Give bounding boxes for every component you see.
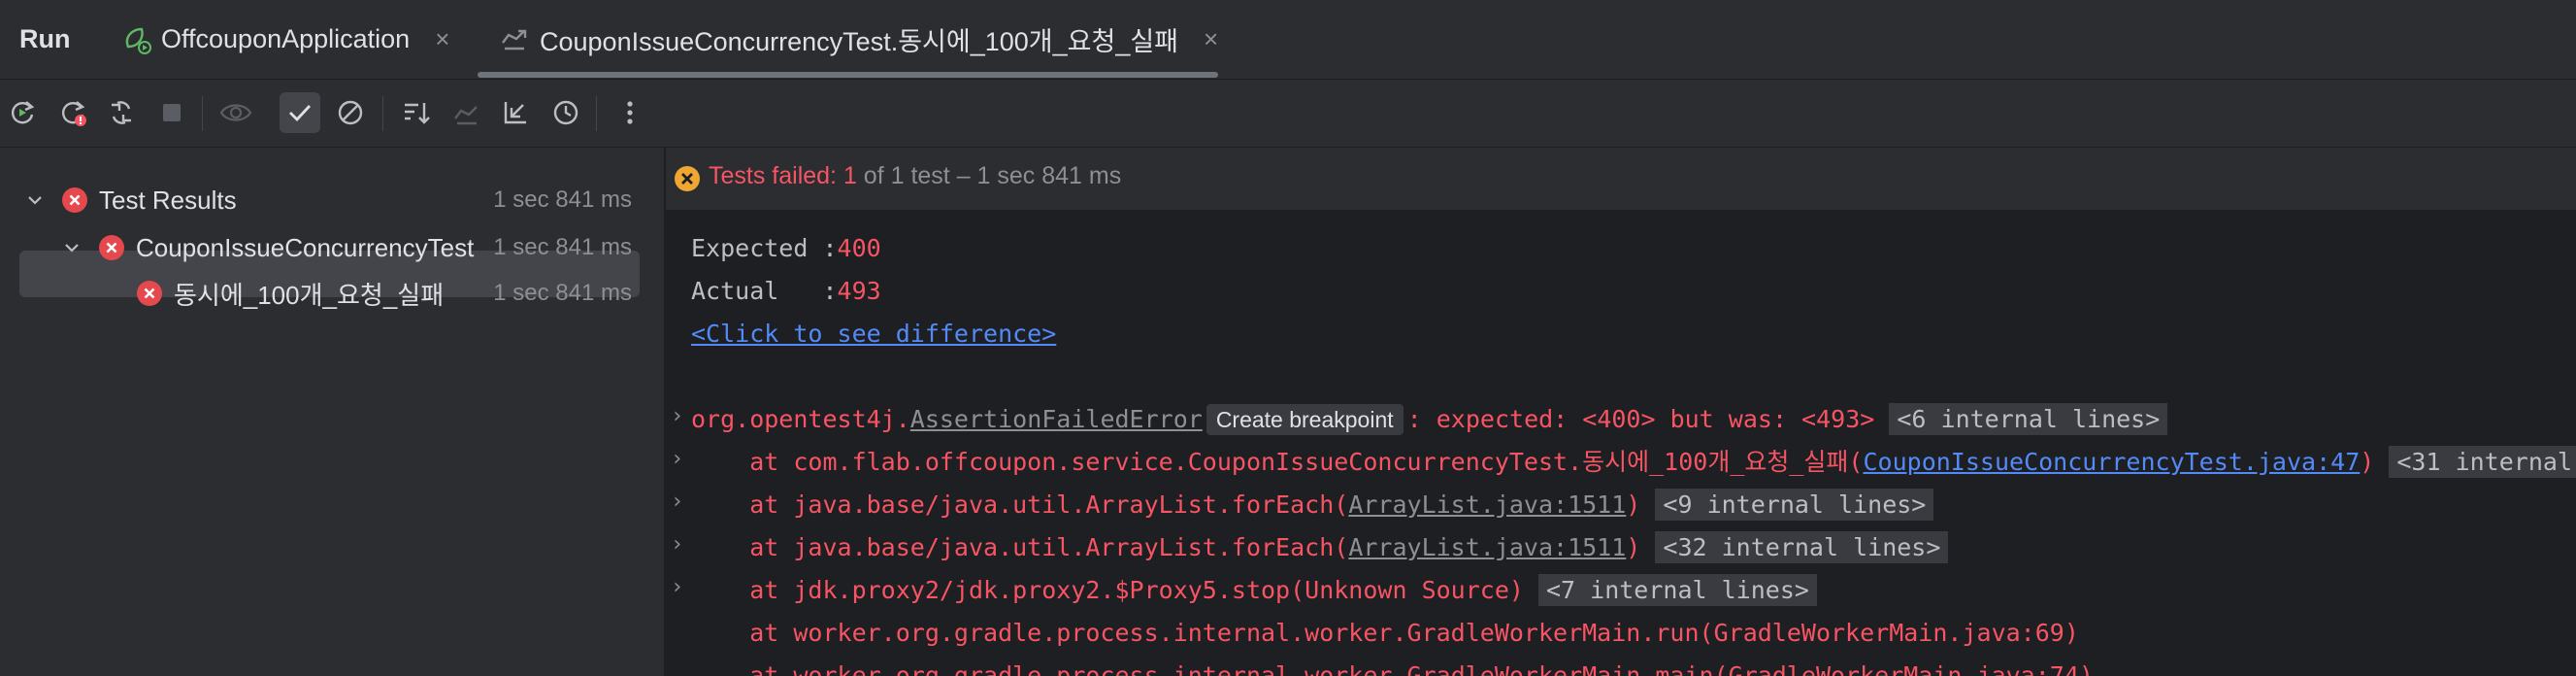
show-successful-icon[interactable] bbox=[280, 92, 320, 133]
spring-run-icon bbox=[120, 23, 153, 56]
test-failed-icon bbox=[99, 235, 124, 260]
tab-label: OffcouponApplication bbox=[161, 24, 411, 53]
chevron-down-icon[interactable] bbox=[62, 238, 82, 257]
internal-lines-fold[interactable]: <6 internal lines> bbox=[1889, 403, 2168, 435]
test-results-tree: Test Results 1 sec 841 ms CouponIssueCon… bbox=[0, 148, 665, 676]
actual-label: Actual : bbox=[691, 277, 838, 305]
active-tab-indicator bbox=[478, 72, 1218, 78]
test-run-icon bbox=[499, 23, 532, 56]
more-icon[interactable] bbox=[610, 92, 650, 133]
stack-frame-line: at worker.org.gradle.process.internal.wo… bbox=[691, 614, 2079, 653]
close-icon[interactable]: × bbox=[1204, 24, 1218, 54]
expand-arrow-icon[interactable]: › bbox=[671, 575, 683, 599]
tree-node-label: Test Results bbox=[99, 185, 237, 215]
tree-node-label: CouponIssueConcurrencyTest bbox=[136, 232, 475, 262]
internal-lines-fold[interactable]: <32 internal lines> bbox=[1655, 531, 1949, 563]
stack-frame-text: at java.base/java.util.ArrayList.forEach… bbox=[691, 533, 1349, 561]
toolbar-separator bbox=[382, 96, 383, 131]
stack-frame-line: at java.base/java.util.ArrayList.forEach… bbox=[691, 528, 1949, 567]
stack-frame-text: at java.base/java.util.ArrayList.forEach… bbox=[691, 490, 1349, 519]
show-ignored-icon[interactable] bbox=[330, 92, 371, 133]
tree-node-duration: 1 sec 841 ms bbox=[493, 234, 632, 260]
tree-node-label: 동시에_100개_요청_실패 bbox=[174, 280, 445, 310]
toggle-auto-test-icon[interactable] bbox=[101, 92, 142, 133]
source-link[interactable]: ArrayList.java:1511 bbox=[1348, 490, 1626, 519]
exception-class-link[interactable]: AssertionFailedError bbox=[910, 405, 1203, 433]
toolbar-separator bbox=[202, 96, 203, 131]
actual-line: Actual :493 bbox=[691, 272, 881, 311]
expected-value: 400 bbox=[837, 234, 881, 262]
tree-node-duration: 1 sec 841 ms bbox=[493, 186, 632, 213]
stop-icon[interactable] bbox=[151, 92, 192, 133]
rerun-failed-icon[interactable] bbox=[52, 92, 93, 133]
stack-frame-line: at com.flab.offcoupon.service.CouponIssu… bbox=[691, 443, 2576, 482]
chevron-down-icon[interactable] bbox=[25, 190, 45, 210]
tests-summary: of 1 test – 1 sec 841 ms bbox=[856, 162, 1122, 189]
stack-frame-line: at worker.org.gradle.process.internal.wo… bbox=[691, 657, 2094, 676]
expand-arrow-icon[interactable]: › bbox=[671, 532, 683, 557]
tab-label: CouponIssueConcurrencyTest.동시에_100개_요청_실… bbox=[540, 27, 1179, 56]
test-failed-icon bbox=[137, 281, 162, 306]
expand-arrow-icon[interactable]: › bbox=[671, 447, 683, 471]
tab-offcoupon-application[interactable]: OffcouponApplication × bbox=[120, 0, 449, 79]
internal-lines-fold[interactable]: <9 internal lines> bbox=[1655, 489, 1934, 521]
test-status-text: Tests failed: 1 of 1 test – 1 sec 841 ms bbox=[709, 162, 1121, 190]
diff-link-line: <Click to see difference> bbox=[691, 315, 1056, 354]
see-difference-link[interactable]: <Click to see difference> bbox=[691, 320, 1056, 348]
internal-lines-fold[interactable]: <31 internal lines> bbox=[2389, 446, 2576, 478]
export-tests-icon[interactable] bbox=[495, 92, 536, 133]
tests-failed-label: Tests failed: 1 bbox=[709, 162, 857, 189]
tree-node-test-method[interactable]: 동시에_100개_요청_실패 1 sec 841 ms bbox=[137, 272, 632, 315]
exception-package: org.opentest4j. bbox=[691, 405, 910, 433]
stack-frame-text: at jdk.proxy2/jdk.proxy2.$Proxy5.stop(Un… bbox=[691, 576, 1524, 604]
stack-frame-text: ) bbox=[2360, 448, 2375, 476]
stack-frame-text: at worker.org.gradle.process.internal.wo… bbox=[691, 619, 2079, 647]
stack-frame-text: ) bbox=[1626, 490, 1641, 519]
exception-message: : expected: <400> but was: <493> bbox=[1406, 405, 1875, 433]
source-link[interactable]: ArrayList.java:1511 bbox=[1348, 533, 1626, 561]
stack-frame-text: at worker.org.gradle.process.internal.wo… bbox=[691, 661, 2094, 676]
exception-line: org.opentest4j.AssertionFailedError Creat… bbox=[691, 400, 2168, 439]
expand-arrow-icon[interactable]: › bbox=[671, 404, 683, 428]
warning-fail-icon bbox=[675, 166, 700, 191]
create-breakpoint-button[interactable]: Create breakpoint bbox=[1205, 404, 1404, 435]
run-toolbar bbox=[0, 80, 2576, 148]
stack-frame-line: at jdk.proxy2/jdk.proxy2.$Proxy5.stop(Un… bbox=[691, 571, 1817, 610]
test-failed-icon bbox=[62, 187, 87, 213]
show-passed-icon[interactable] bbox=[215, 92, 256, 133]
source-link[interactable]: CouponIssueConcurrencyTest.java:47 bbox=[1864, 448, 2361, 476]
expected-label: Expected : bbox=[691, 234, 838, 262]
internal-lines-fold[interactable]: <7 internal lines> bbox=[1538, 574, 1817, 606]
stack-frame-text: ) bbox=[1626, 533, 1641, 561]
close-icon[interactable]: × bbox=[435, 24, 449, 54]
tree-node-duration: 1 sec 841 ms bbox=[493, 280, 632, 306]
sort-icon[interactable] bbox=[396, 92, 437, 133]
expand-arrow-icon[interactable]: › bbox=[671, 490, 683, 514]
actual-value: 493 bbox=[837, 277, 881, 305]
import-tests-icon[interactable] bbox=[446, 92, 487, 133]
history-icon[interactable] bbox=[545, 92, 586, 133]
run-tool-window-title: Run bbox=[19, 24, 71, 53]
test-status-bar: Tests failed: 1 of 1 test – 1 sec 841 ms bbox=[666, 148, 2576, 210]
tool-window-tabbar: Run OffcouponApplication × CouponIssueCo… bbox=[0, 0, 2576, 80]
expected-line: Expected :400 bbox=[691, 229, 881, 268]
toolbar-separator bbox=[596, 96, 597, 131]
stack-frame-text: at com.flab.offcoupon.service.CouponIssu… bbox=[691, 448, 1864, 476]
console-output[interactable]: Expected :400 Actual :493 <Click to see … bbox=[666, 210, 2576, 676]
stack-frame-line: at java.base/java.util.ArrayList.forEach… bbox=[691, 486, 1934, 524]
tree-node-test-results[interactable]: Test Results 1 sec 841 ms bbox=[25, 179, 632, 221]
rerun-icon[interactable] bbox=[2, 92, 43, 133]
tab-coupon-issue-test[interactable]: CouponIssueConcurrencyTest.동시에_100개_요청_실… bbox=[499, 0, 1218, 79]
tree-node-test-class[interactable]: CouponIssueConcurrencyTest 1 sec 841 ms bbox=[62, 226, 632, 269]
